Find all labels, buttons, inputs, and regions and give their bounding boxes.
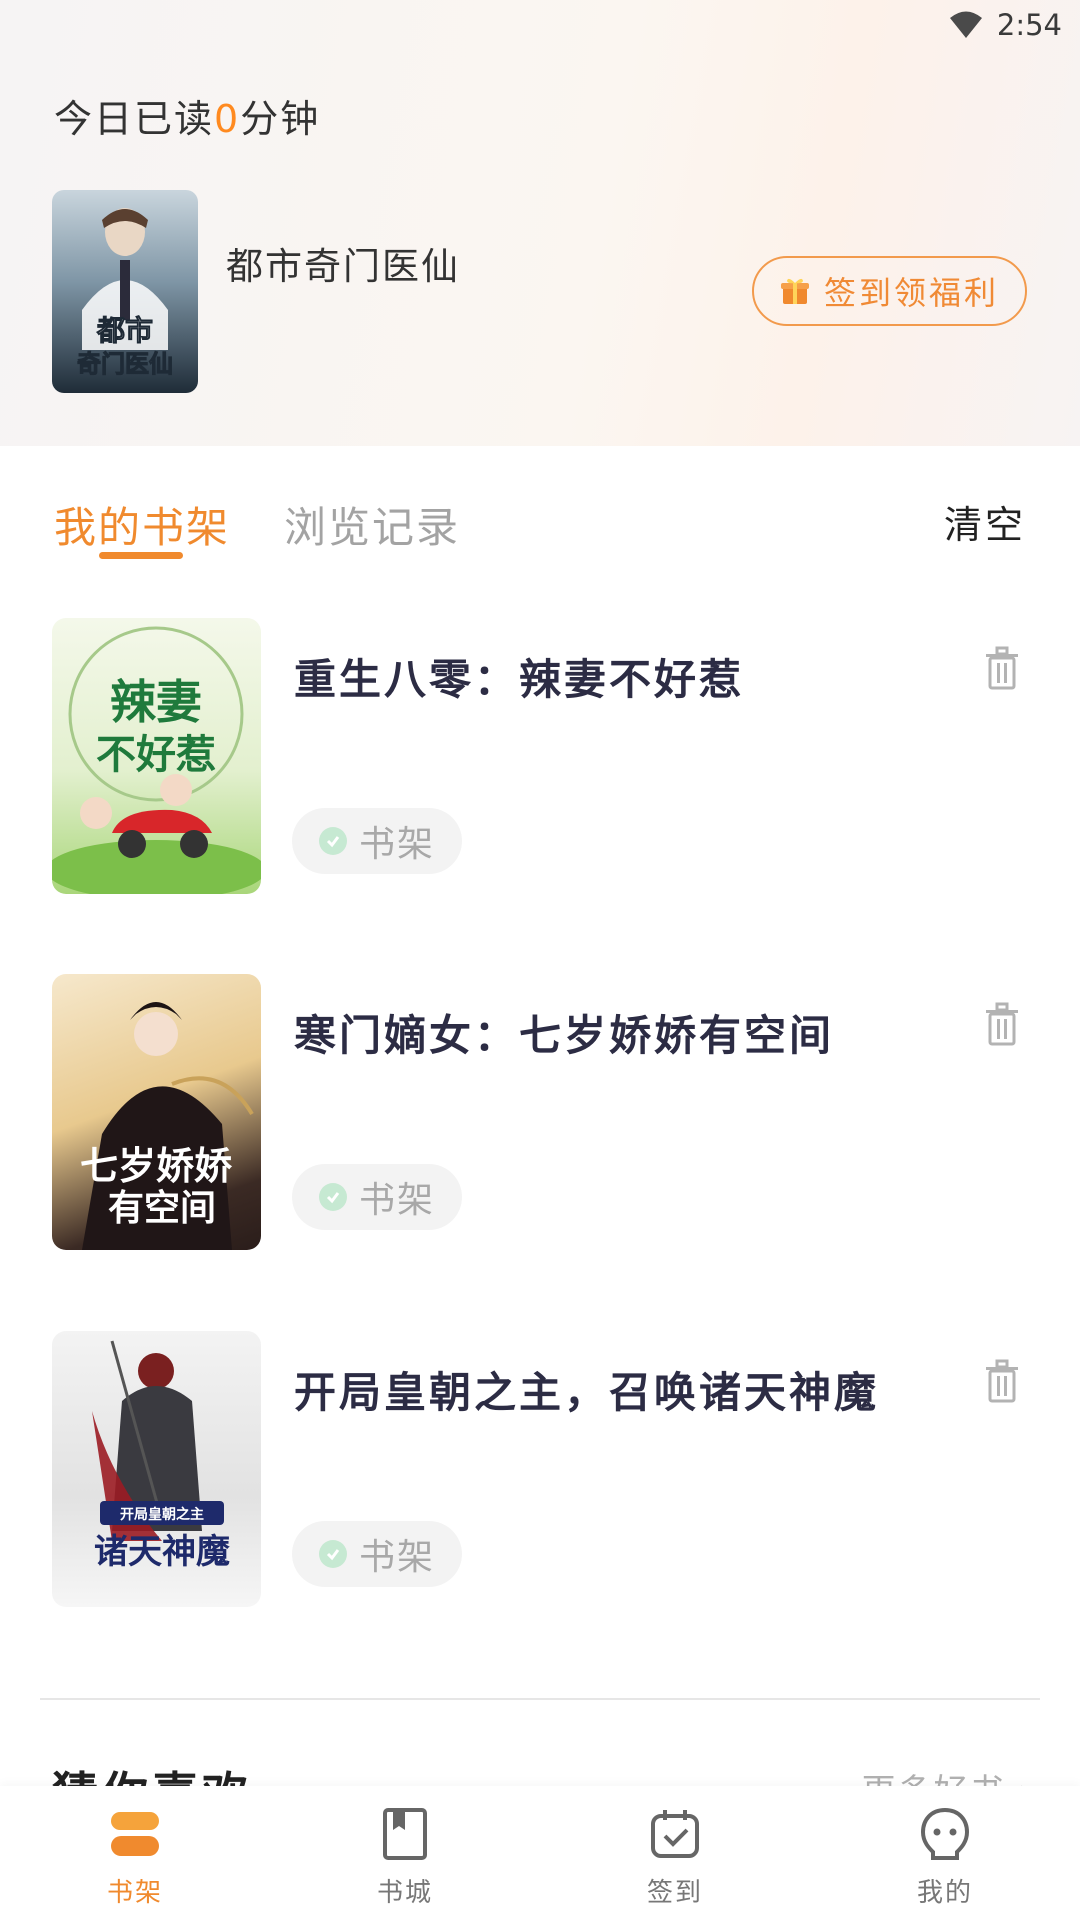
nav-item-signin[interactable]: 签到	[540, 1786, 810, 1920]
nav-label-bookstore: 书城	[376, 1878, 433, 1908]
bottom-navigation: 书架 书城 签到 我的	[0, 1786, 1080, 1920]
nav-item-bookshelf[interactable]: 书架	[0, 1786, 270, 1920]
tab-my-shelf[interactable]: 我的书架	[54, 494, 230, 555]
book-cover-title-2: 有空间	[108, 1187, 216, 1229]
book-cover-title-1: 辣妻	[110, 675, 202, 729]
trash-icon[interactable]	[984, 1002, 1020, 1046]
book-title[interactable]: 开局皇朝之主，召唤诸天神魔	[294, 1359, 879, 1420]
nav-label-bookshelf: 书架	[106, 1878, 163, 1908]
featured-cover-title-1: 都市	[96, 314, 153, 347]
book-list-item[interactable]: 开局皇朝之主 诸天神魔 开局皇朝之主，召唤诸天神魔 书架	[0, 1331, 1080, 1631]
book-cover-title-1: 七岁娇娇	[80, 1143, 233, 1188]
gift-icon	[780, 278, 809, 304]
tab-indicator	[99, 552, 183, 559]
shelf-status-badge: 书架	[292, 808, 462, 874]
reading-suffix: 分钟	[240, 97, 321, 141]
bookshelf-icon	[111, 1812, 159, 1856]
book-title[interactable]: 重生八零：辣妻不好惹	[294, 646, 744, 707]
book-cover-title-2: 不好惹	[96, 731, 216, 778]
trash-icon[interactable]	[984, 646, 1020, 690]
reading-today-label: 今日已读0分钟	[54, 88, 320, 143]
book-list-item[interactable]: 辣妻 不好惹 重生八零：辣妻不好惹 书架	[0, 618, 1080, 918]
nav-item-bookstore[interactable]: 书城	[270, 1786, 540, 1920]
featured-cover-title-2: 奇门医仙	[77, 349, 173, 378]
book-cover-art: 辣妻 不好惹	[52, 626, 261, 894]
book-title[interactable]: 寒门嫡女：七岁娇娇有空间	[294, 1002, 834, 1063]
status-time: 2:54	[996, 8, 1062, 42]
calendar-check-icon	[651, 1810, 699, 1858]
shelf-tabs: 我的书架 浏览记录 清空	[0, 446, 1080, 566]
featured-book-title[interactable]: 都市奇门医仙	[226, 236, 460, 290]
check-icon	[318, 1540, 347, 1568]
nav-label-signin: 签到	[646, 1878, 703, 1908]
featured-book-cover[interactable]: 都市 奇门医仙	[52, 190, 198, 393]
clear-button[interactable]: 清空	[944, 494, 1026, 549]
shelf-badge-label: 书架	[358, 1180, 435, 1221]
shelf-status-badge: 书架	[292, 1164, 462, 1230]
book-icon	[383, 1808, 427, 1860]
user-face-icon	[920, 1807, 970, 1860]
check-icon	[318, 827, 347, 855]
book-cover[interactable]: 辣妻 不好惹	[52, 618, 261, 894]
nav-label-mine: 我的	[916, 1878, 973, 1908]
check-icon	[318, 1183, 347, 1211]
book-cover-title-1: 开局皇朝之主	[120, 1506, 204, 1523]
screen: 2:54 今日已读0分钟 都市 奇门医仙 都市奇门医仙 签到领福利 我的书架 浏…	[0, 0, 1080, 1920]
book-cover[interactable]: 开局皇朝之主 诸天神魔	[52, 1331, 261, 1607]
shelf-badge-label: 书架	[358, 1537, 435, 1578]
shelf-status-badge: 书架	[292, 1521, 462, 1587]
featured-cover-art: 都市 奇门医仙	[77, 208, 174, 379]
reading-prefix: 今日已读	[54, 97, 215, 141]
book-cover[interactable]: 七岁娇娇 有空间	[52, 974, 261, 1250]
section-divider	[40, 1698, 1040, 1700]
book-cover-art: 七岁娇娇 有空间	[80, 1002, 254, 1250]
trash-icon[interactable]	[984, 1359, 1020, 1403]
book-cover-art: 开局皇朝之主 诸天神魔	[92, 1340, 230, 1572]
signin-label: 签到领福利	[823, 274, 999, 312]
signin-reward-button[interactable]: 签到领福利	[752, 256, 1027, 326]
shelf-badge-label: 书架	[358, 824, 435, 865]
wifi-icon	[949, 11, 982, 38]
reading-minutes: 0	[214, 97, 241, 141]
nav-item-mine[interactable]: 我的	[810, 1786, 1080, 1920]
book-list-item[interactable]: 七岁娇娇 有空间 寒门嫡女：七岁娇娇有空间 书架	[0, 974, 1080, 1274]
status-bar: 2:54	[949, 0, 1062, 50]
tab-history[interactable]: 浏览记录	[284, 494, 460, 555]
book-cover-title-2: 诸天神魔	[94, 1532, 230, 1572]
